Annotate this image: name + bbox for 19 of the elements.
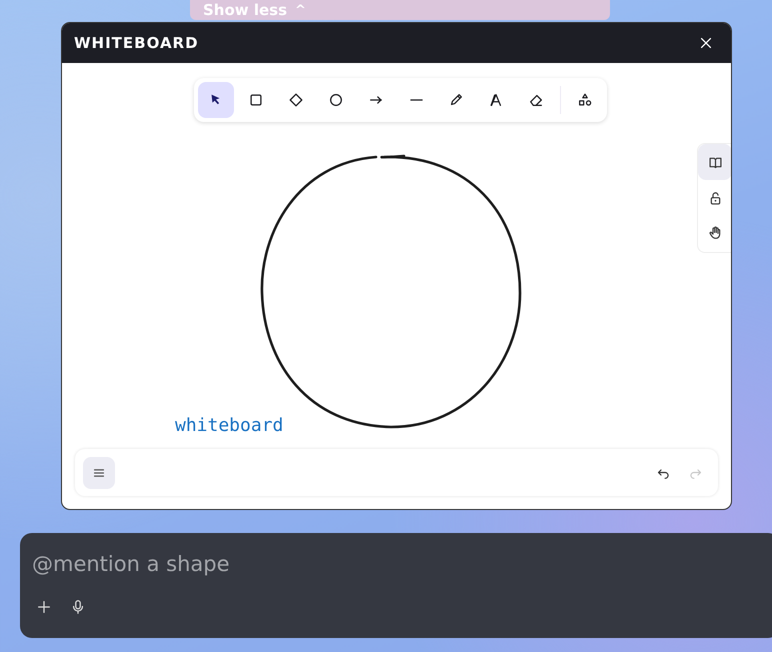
message-input[interactable]: @mention a shape [32, 549, 432, 579]
tool-button[interactable] [198, 82, 234, 118]
close-icon [698, 35, 714, 51]
plus-icon [36, 599, 52, 615]
circle-icon [328, 92, 344, 108]
canvas-text: whiteboard [175, 415, 284, 436]
show-less-button[interactable]: Show less ^ [190, 0, 610, 20]
window-title: WHITEBOARD [74, 34, 200, 52]
menu-button[interactable] [83, 456, 115, 488]
eraser-icon [528, 92, 544, 108]
hand-icon [708, 224, 722, 240]
side-tool-button[interactable] [698, 144, 731, 180]
rectangle-icon [248, 92, 264, 108]
line-icon [410, 99, 422, 101]
shapes-icon [577, 92, 593, 108]
pencil-icon [448, 92, 464, 108]
microphone-icon [70, 599, 86, 615]
diamond-icon [288, 92, 304, 108]
letter-a-icon [488, 92, 504, 108]
